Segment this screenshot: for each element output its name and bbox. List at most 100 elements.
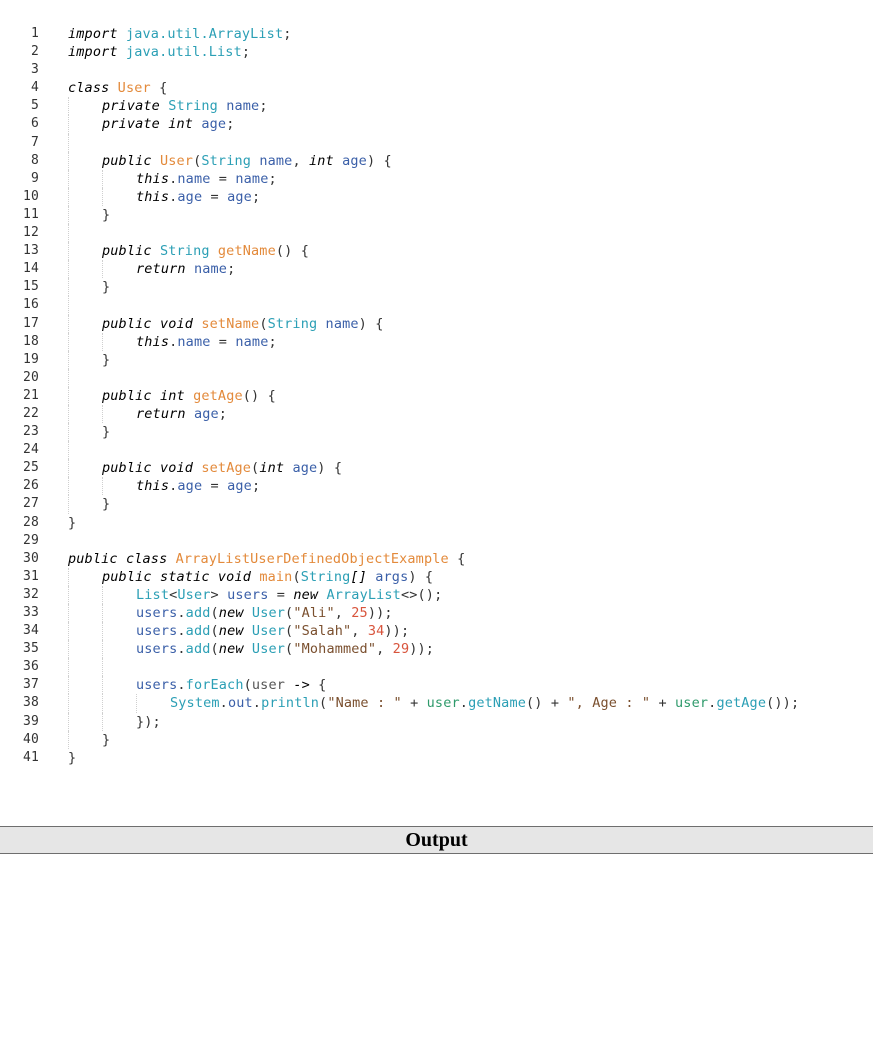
code-line[interactable]: 10 this.age = age;	[0, 187, 873, 206]
code-line[interactable]: 17 public void setName(String name) {	[0, 314, 873, 333]
code-token: age	[227, 188, 252, 205]
code-token: }	[102, 206, 111, 223]
code-token: String	[159, 243, 210, 260]
code-token: class	[68, 80, 110, 97]
indent-guide	[68, 242, 69, 261]
indent-guide	[102, 658, 103, 677]
code-line[interactable]: 6 private int age;	[0, 115, 873, 134]
code-line[interactable]: 33 users.add(new User("Ali", 25));	[0, 604, 873, 623]
line-number: 13	[23, 243, 39, 259]
code-token: List	[136, 586, 170, 603]
code-token: ));	[384, 623, 410, 640]
code-line[interactable]: 30 public class ArrayListUserDefinedObjec…	[0, 550, 873, 568]
code-token: ;	[268, 170, 277, 187]
code-line[interactable]: 21 public int getAge() {	[0, 386, 873, 405]
indent-guide	[102, 676, 103, 695]
code-line[interactable]: 40}	[0, 730, 873, 749]
code-token: users	[136, 623, 178, 640]
indent-guide	[68, 585, 69, 604]
code-line[interactable]: 16	[0, 296, 873, 315]
code-line[interactable]: 41}	[0, 749, 873, 767]
code-token: return	[136, 261, 186, 278]
code-line[interactable]: 38 System.out.println("Name : " + user.ge…	[0, 694, 873, 713]
indent-guide	[102, 604, 103, 623]
code-line[interactable]: 12	[0, 224, 873, 243]
indent-guide	[68, 423, 69, 442]
code-line[interactable]: 23}	[0, 423, 873, 442]
code-token: ->	[293, 677, 310, 694]
code-token: int	[259, 460, 285, 477]
code-line[interactable]: 11}	[0, 205, 873, 225]
code-line[interactable]: 3	[0, 61, 873, 79]
indent-guide	[68, 205, 69, 225]
code-line[interactable]: 5 private String name;	[0, 97, 873, 116]
code-line[interactable]: 26 this.age = age;	[0, 477, 873, 496]
indent-guide	[102, 187, 103, 206]
code-line[interactable]: 9 this.name = name;	[0, 169, 873, 188]
code-line[interactable]: 31 public static void main(String[] args)…	[0, 567, 873, 586]
code-token: getName	[217, 243, 276, 260]
code-token: ;	[259, 98, 268, 115]
indent-guide	[68, 567, 69, 586]
code-line[interactable]: 1 import java.util.ArrayList;	[0, 25, 873, 43]
code-line[interactable]: 27}	[0, 495, 873, 514]
code-line[interactable]: 36	[0, 658, 873, 677]
code-token: });	[136, 713, 161, 730]
code-token: name	[259, 152, 293, 169]
code-text: public void setName(String name) {	[102, 315, 384, 333]
code-line[interactable]: 37 users.forEach(user -> {	[0, 676, 873, 695]
code-text: users.add(new User("Salah", 34));	[136, 622, 409, 640]
indent-guide	[102, 712, 103, 731]
code-token: users	[136, 677, 178, 694]
code-line[interactable]: 13 public String getName() {	[0, 242, 873, 261]
code-token: void	[217, 568, 252, 585]
output-header: Output	[0, 826, 873, 854]
code-token: (	[292, 568, 301, 585]
code-line[interactable]: 28}	[0, 514, 873, 532]
code-line[interactable]: 24	[0, 441, 873, 460]
code-token: ;	[283, 26, 292, 42]
code-line[interactable]: 8 public User(String name, int age) {	[0, 151, 873, 170]
code-token: }	[102, 351, 111, 368]
code-line[interactable]: 2 import java.util.List;	[0, 43, 873, 61]
indent-guide	[68, 694, 69, 713]
code-line[interactable]: 7	[0, 133, 873, 152]
code-line[interactable]: 39});	[0, 712, 873, 731]
code-line[interactable]: 15}	[0, 278, 873, 297]
indent-guide	[68, 260, 69, 279]
code-line[interactable]: 32 List<User> users = new ArrayList<>();	[0, 585, 873, 604]
line-number: 33	[23, 605, 39, 620]
code-line[interactable]: 22 return age;	[0, 404, 873, 424]
code-token: name	[226, 98, 260, 115]
indent-guide	[68, 332, 69, 351]
code-token: setName	[201, 315, 260, 332]
code-line[interactable]: 29	[0, 532, 873, 550]
code-line[interactable]: 34 users.add(new User("Salah", 34));	[0, 622, 873, 641]
code-line[interactable]: 18 this.name = name;	[0, 332, 873, 351]
indent-guide	[68, 115, 69, 134]
code-line[interactable]: 19}	[0, 350, 873, 369]
code-token: main	[259, 568, 293, 585]
code-token: []	[350, 568, 367, 585]
code-line[interactable]: 35 users.add(new User("Mohammed", 29));	[0, 640, 873, 659]
code-token: () {	[275, 243, 309, 260]
code-line[interactable]: 25 public void setAge(int age) {	[0, 459, 873, 478]
code-line[interactable]: 14 return name;	[0, 260, 873, 279]
code-line[interactable]: 20	[0, 368, 873, 387]
code-editor[interactable]: 1 import java.util.ArrayList; 2 import java…	[0, 25, 873, 767]
code-token: =	[268, 586, 294, 603]
code-text: });	[136, 713, 161, 731]
code-line[interactable]: 4 class User {	[0, 79, 873, 97]
code-token: ;	[268, 333, 277, 350]
code-token: }	[68, 514, 77, 531]
code-token: ;	[218, 405, 228, 422]
code-token: ;	[241, 44, 251, 61]
code-token: age	[193, 405, 219, 422]
code-token: new	[293, 586, 319, 603]
indent-guide	[102, 477, 103, 496]
